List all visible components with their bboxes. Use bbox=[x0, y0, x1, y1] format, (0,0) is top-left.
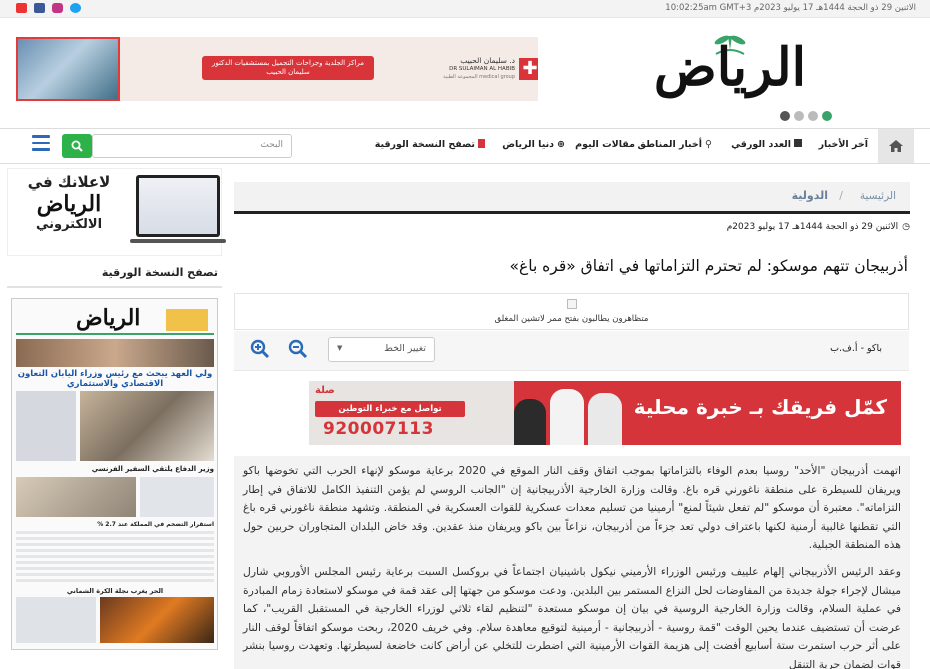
article-date-text: الاثنين 29 ذو الحجة 1444هـ 17 يوليو 2023… bbox=[726, 222, 899, 232]
cross-icon: ✚ bbox=[519, 58, 538, 80]
paper-headline3: استقرار التضخم في المملكة عند 2.7 % bbox=[97, 521, 214, 528]
nav-today-articles[interactable]: مقالات اليوم bbox=[575, 139, 635, 150]
instagram-icon[interactable] bbox=[52, 3, 63, 13]
nav-regions-news[interactable]: ⚲أخبار المناطق bbox=[638, 139, 712, 150]
paper-masthead-text: الرياض bbox=[76, 305, 141, 331]
logo-text: الرياض bbox=[653, 37, 807, 98]
paper-text-block bbox=[140, 477, 214, 517]
article-headline: أذربيجان تتهم موسكو: لم تحترم التزاماتها… bbox=[509, 257, 908, 275]
sidebar-ad-line2: الرياض bbox=[36, 191, 102, 217]
zoom-in-icon[interactable] bbox=[250, 339, 270, 359]
paper-headline4: الحر يغرب نجلة الكرة الشماني bbox=[66, 587, 164, 595]
article-paragraph: وعقد الرئيس الأذربيجاني إلهام علييف ورئي… bbox=[243, 564, 901, 669]
paper-text-area bbox=[16, 531, 214, 585]
date-time: الاثنين 29 ذو الحجة 1444هـ 17 يوليو 2023… bbox=[665, 3, 916, 13]
nav-print-issue-label: العدد الورقي bbox=[731, 139, 791, 150]
home-icon[interactable] bbox=[878, 129, 914, 163]
header-ad[interactable]: مراكز الجلدية وجراحات التجميل بمستشفيات … bbox=[16, 37, 538, 101]
article-image: متظاهرون يطالبون بفتح ممر لاتشين المغلق bbox=[234, 293, 909, 330]
pdf-icon bbox=[478, 139, 485, 148]
facebook-icon[interactable] bbox=[34, 3, 45, 13]
inline-ad[interactable]: صلة تواصل مع خبراء التوطين 920007113 كمّ… bbox=[309, 381, 901, 445]
paper-photo-strip bbox=[16, 339, 214, 367]
menu-icon[interactable] bbox=[32, 135, 50, 153]
site-logo[interactable]: الرياض bbox=[630, 30, 830, 100]
ad-brand-ar: د. سليمان الحبيب bbox=[460, 56, 515, 65]
top-bar: الاثنين 29 ذو الحجة 1444هـ 17 يوليو 2023… bbox=[0, 0, 930, 18]
ad-brand-en: DR SULAIMAN AL HABIB bbox=[449, 66, 515, 72]
paper-photo-fire bbox=[100, 597, 214, 643]
ad-brand: ✚ د. سليمان الحبيب DR SULAIMAN AL HABIB … bbox=[401, 56, 538, 84]
nav-regions-news-label: أخبار المناطق bbox=[637, 139, 703, 150]
breadcrumb: الرئيسية / الدولية bbox=[234, 182, 910, 214]
sidebar-ad-line3: الالكتروني bbox=[35, 217, 103, 232]
ad-pill: تواصل مع خبراء التوطين bbox=[315, 401, 465, 417]
paper-ad-box bbox=[166, 309, 208, 331]
nav-riyadh-world-label: دنيا الرياض bbox=[502, 139, 555, 150]
nav-browse-print-label: تصفح النسخة الورقية bbox=[374, 139, 475, 150]
font-select[interactable]: تغيير الخط ▼ bbox=[328, 337, 435, 362]
ad-headline: كمّل فريقك بـ خبرة محلية bbox=[633, 395, 887, 419]
paper-masthead: الرياض bbox=[16, 305, 214, 335]
print-edition-thumbnail[interactable]: الرياض ولي العهد يبحث مع رئيس وزراء اليا… bbox=[11, 298, 218, 650]
breadcrumb-category[interactable]: الدولية bbox=[792, 189, 828, 202]
paper-photo-2 bbox=[16, 477, 136, 517]
ad-phone: 920007113 bbox=[323, 419, 434, 439]
search-icon bbox=[71, 140, 83, 152]
pin-icon: ⚲ bbox=[705, 139, 712, 150]
sidebar-divider bbox=[7, 286, 222, 288]
broken-image-icon bbox=[567, 299, 577, 309]
ad-brand-sub: medical group المجموعة الطبية bbox=[443, 74, 515, 80]
nav-riyadh-world[interactable]: ⊕دنيا الرياض bbox=[502, 139, 565, 150]
paper-photo-main bbox=[80, 391, 214, 461]
sidebar-title: تصفح النسخة الورقية bbox=[101, 266, 218, 279]
globe-icon: ⊕ bbox=[557, 139, 565, 150]
paper-text-column bbox=[16, 391, 76, 461]
paper-text-block-2 bbox=[16, 597, 96, 643]
nav-latest-news[interactable]: آخر الأخبار bbox=[819, 139, 868, 150]
article-date: ◷الاثنين 29 ذو الحجة 1444هـ 17 يوليو 202… bbox=[727, 222, 910, 232]
laptop-base bbox=[130, 239, 226, 243]
image-caption: متظاهرون يطالبون بفتح ممر لاتشين المغلق bbox=[494, 314, 649, 324]
newspaper-icon bbox=[794, 139, 802, 147]
sidebar-ad[interactable]: لاعلانك في الرياض الالكتروني bbox=[7, 168, 226, 256]
search-input[interactable]: البحث bbox=[92, 134, 292, 158]
article-byline: باكو - أ.ف.ب bbox=[830, 343, 882, 354]
chevron-down-icon: ▼ bbox=[337, 344, 343, 352]
search-button[interactable] bbox=[62, 134, 92, 158]
breadcrumb-separator: / bbox=[839, 189, 843, 202]
breadcrumb-home[interactable]: الرئيسية bbox=[860, 190, 896, 202]
logo-dots bbox=[780, 111, 832, 121]
ad-photo bbox=[16, 37, 120, 101]
zoom-out-icon[interactable] bbox=[288, 339, 308, 359]
clock-icon: ◷ bbox=[902, 222, 910, 232]
sidebar-ad-text: لاعلانك في الرياض الالكتروني bbox=[10, 173, 128, 247]
ad-people-image bbox=[514, 385, 624, 445]
laptop-image bbox=[136, 175, 220, 237]
article-body: اتهمت أذربيجان "الأحد" روسيا بعدم الوفاء… bbox=[234, 456, 910, 669]
paper-headline1: ولي العهد يبحث مع رئيس وزراء اليابان الت… bbox=[17, 369, 213, 389]
ad-banner-text: مراكز الجلدية وجراحات التجميل بمستشفيات … bbox=[202, 56, 374, 80]
paper-headline2: وزير الدفاع يلتقي السفير الفرنسي bbox=[91, 465, 214, 473]
twitter-icon[interactable] bbox=[70, 3, 81, 13]
font-select-label: تغيير الخط bbox=[384, 343, 426, 354]
article-paragraph: اتهمت أذربيجان "الأحد" روسيا بعدم الوفاء… bbox=[243, 464, 901, 552]
nav-browse-print[interactable]: تصفح النسخة الورقية bbox=[375, 139, 485, 150]
ad-brand-logo: صلة bbox=[315, 385, 335, 396]
nav-print-issue[interactable]: العدد الورقي bbox=[731, 139, 802, 150]
sidebar-ad-line1: لاعلانك في bbox=[27, 173, 111, 191]
youtube-icon[interactable] bbox=[16, 3, 27, 13]
